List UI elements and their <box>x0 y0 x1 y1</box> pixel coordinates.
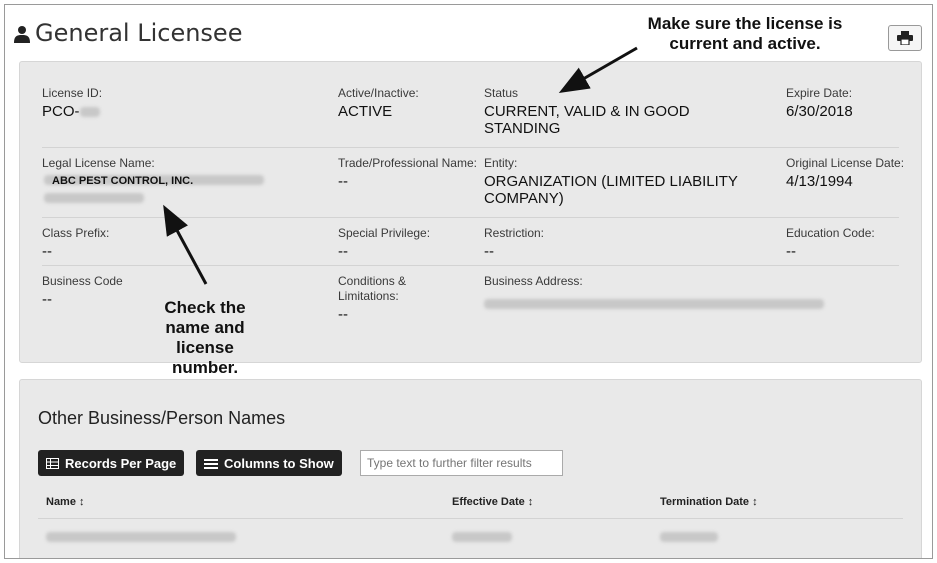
annotation-top: Make sure the license is current and act… <box>647 14 843 53</box>
table-divider <box>38 518 903 519</box>
table-row <box>452 528 512 546</box>
column-header-name[interactable]: Name ↕ <box>46 496 85 508</box>
conditions-label: Conditions & Limitations: <box>338 274 407 303</box>
table-row <box>46 528 236 546</box>
records-per-page-label: Records Per Page <box>65 455 177 471</box>
user-icon <box>14 26 30 43</box>
other-names-panel: Other Business/Person Names Records Per … <box>19 379 922 558</box>
business-address-label: Business Address: <box>484 274 583 288</box>
columns-to-show-label: Columns to Show <box>224 455 334 471</box>
print-button[interactable] <box>888 25 922 51</box>
business-code-field: Business Code -- <box>42 274 123 308</box>
legal-name-value: ABC PEST CONTROL, INC. <box>52 175 194 187</box>
page-title: General Licensee <box>35 19 243 47</box>
education-code-label: Education Code: <box>786 226 875 240</box>
trade-name-label: Trade/Professional Name: <box>338 156 477 170</box>
special-privilege-label: Special Privilege: <box>338 226 431 240</box>
class-prefix-label: Class Prefix: <box>42 226 110 240</box>
column-header-effective-date[interactable]: Effective Date ↕ <box>452 496 533 508</box>
status-value: CURRENT, VALID & IN GOOD STANDING <box>484 103 690 137</box>
expire-label: Expire Date: <box>786 86 853 100</box>
license-id-field: License ID: PCO- <box>42 86 322 120</box>
redacted-text <box>660 531 718 542</box>
education-code-value: -- <box>786 243 796 260</box>
business-code-label: Business Code <box>42 274 123 288</box>
grid-icon <box>46 457 59 469</box>
redacted-text <box>452 531 512 542</box>
restriction-value: -- <box>484 243 494 260</box>
records-per-page-button[interactable]: Records Per Page <box>38 450 185 476</box>
original-date-label: Original License Date: <box>786 156 905 170</box>
expire-value: 6/30/2018 <box>786 103 853 120</box>
redacted-text <box>46 531 236 542</box>
print-icon <box>897 31 913 45</box>
legal-name-field: Legal License Name: ABC PEST CONTROL, IN… <box>42 156 322 207</box>
redacted-text <box>79 107 100 118</box>
entity-field: Entity: ORGANIZATION (LIMITED LIABILITY … <box>484 156 774 207</box>
columns-icon <box>204 458 218 469</box>
original-date-value: 4/13/1994 <box>786 173 853 190</box>
redacted-text <box>44 193 144 203</box>
active-value: ACTIVE <box>338 103 393 120</box>
education-code-field: Education Code: -- <box>786 226 875 260</box>
restriction-field: Restriction: -- <box>484 226 544 260</box>
class-prefix-value: -- <box>42 243 52 260</box>
legal-name-label: Legal License Name: <box>42 156 155 170</box>
business-code-value: -- <box>42 291 52 308</box>
active-field: Active/Inactive: ACTIVE <box>338 86 478 120</box>
table-row <box>660 528 718 546</box>
details-row: Class Prefix: -- Special Privilege: -- R… <box>42 226 899 266</box>
restriction-label: Restriction: <box>484 226 545 240</box>
class-prefix-field: Class Prefix: -- <box>42 226 109 260</box>
status-field: Status CURRENT, VALID & IN GOOD STANDING <box>484 86 764 137</box>
conditions-field: Conditions & Limitations: -- <box>338 274 458 323</box>
special-privilege-value: -- <box>338 243 348 260</box>
original-date-field: Original License Date: 4/13/1994 <box>786 156 906 190</box>
filter-input[interactable] <box>360 450 563 476</box>
column-header-termination-date[interactable]: Termination Date ↕ <box>660 496 758 508</box>
license-id-value: PCO- <box>42 103 80 120</box>
redacted-text <box>484 298 824 309</box>
trade-name-value: -- <box>338 173 348 190</box>
business-address-field: Business Address: <box>484 274 824 313</box>
expire-field: Expire Date: 6/30/2018 <box>786 86 906 120</box>
entity-label: Entity: <box>484 156 518 170</box>
special-privilege-field: Special Privilege: -- <box>338 226 430 260</box>
trade-name-field: Trade/Professional Name: -- <box>338 156 478 190</box>
status-label: Status <box>484 86 519 100</box>
section-title: Other Business/Person Names <box>38 408 286 428</box>
license-page: General Licensee License ID: PCO- Active… <box>4 4 933 559</box>
annotation-bottom: Check the name and license number. <box>164 298 246 377</box>
conditions-value: -- <box>338 306 348 323</box>
license-id-label: License ID: <box>42 86 103 100</box>
details-row: License ID: PCO- Active/Inactive: ACTIVE… <box>42 86 899 148</box>
details-row: Legal License Name: ABC PEST CONTROL, IN… <box>42 156 904 218</box>
columns-to-show-button[interactable]: Columns to Show <box>196 450 342 476</box>
entity-value: ORGANIZATION (LIMITED LIABILITY COMPANY) <box>484 173 738 207</box>
active-label: Active/Inactive: <box>338 86 419 100</box>
